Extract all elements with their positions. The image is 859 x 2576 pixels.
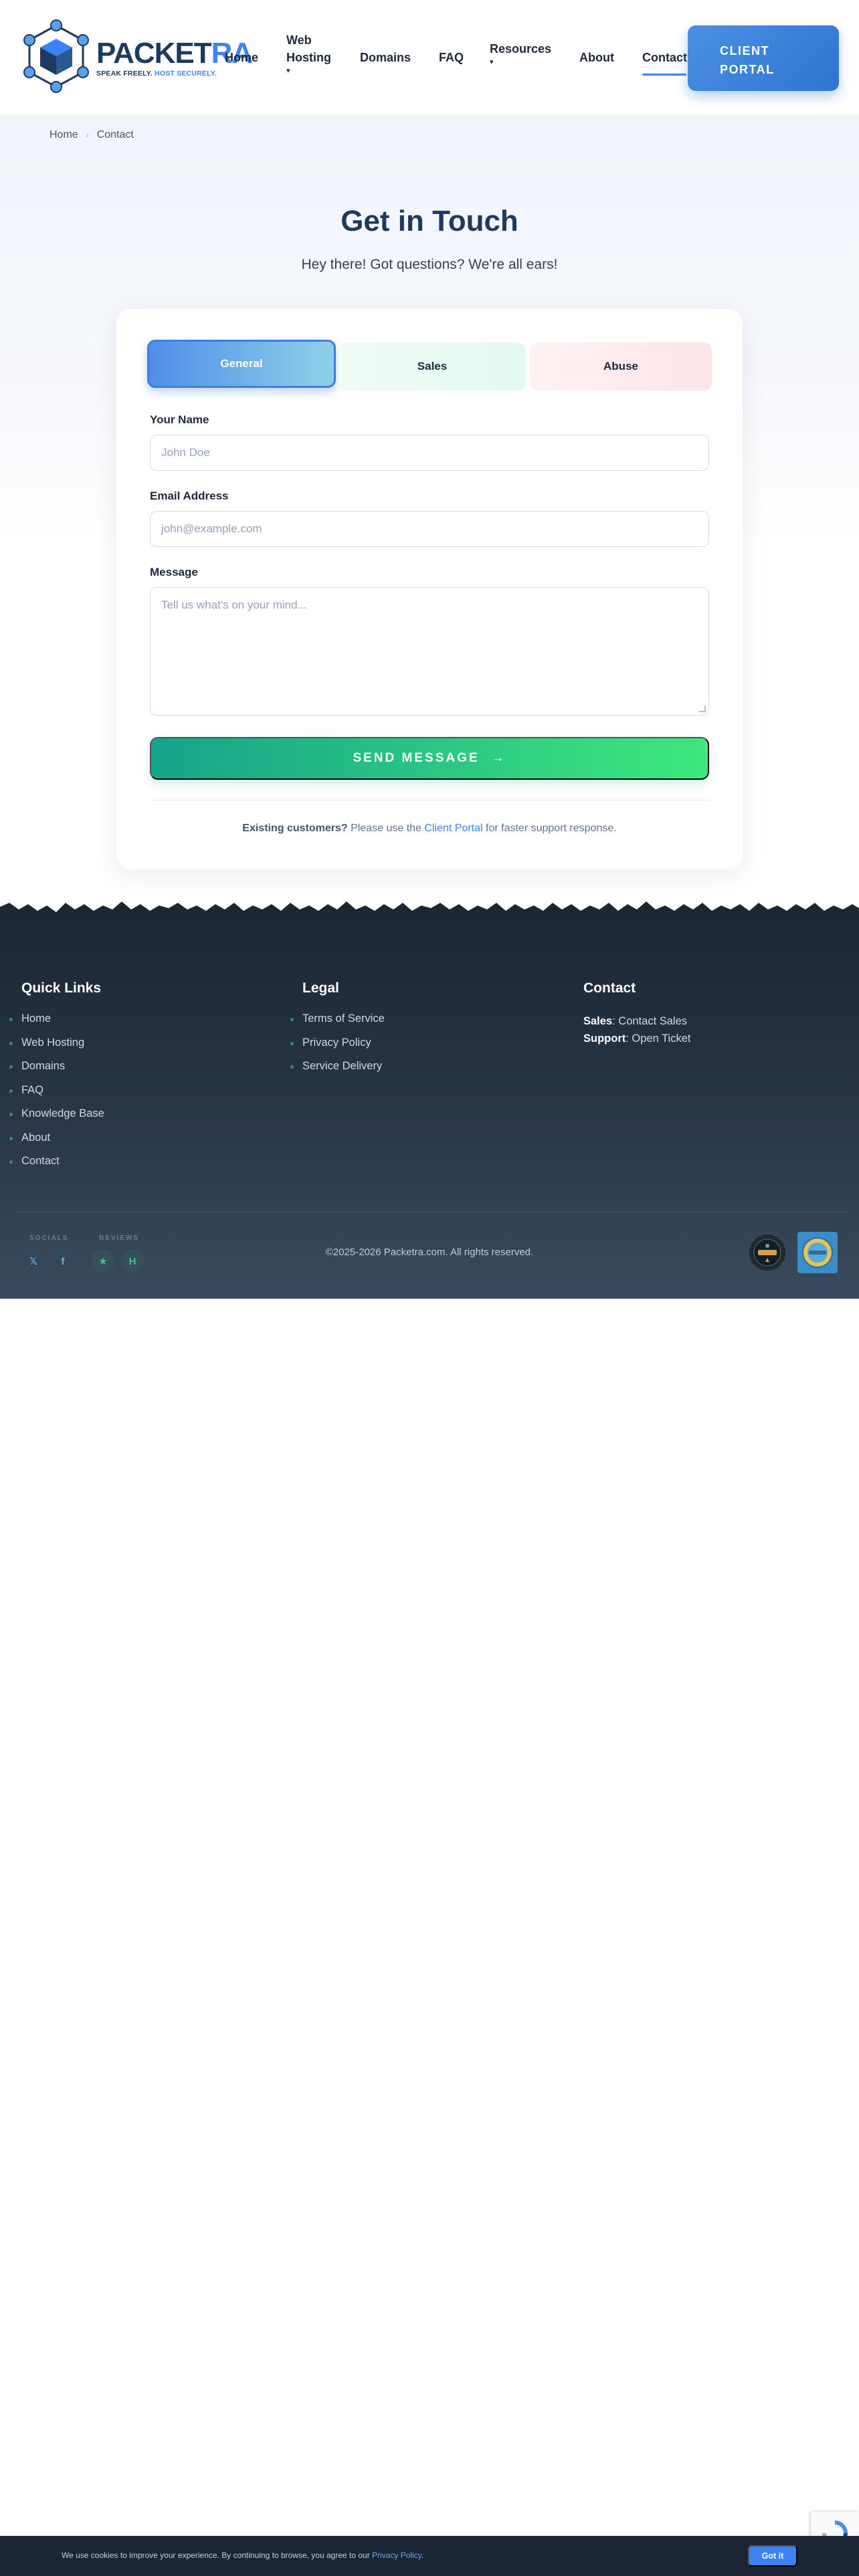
chevron-down-icon: ▾ <box>286 67 290 75</box>
footer-contact-info: Sales: Contact Sales Support: Open Ticke… <box>583 1012 690 1047</box>
breadcrumb-home[interactable]: Home <box>50 129 78 141</box>
reviews-label: REVIEWS <box>99 1235 140 1242</box>
client-portal-line2: PORTAL <box>720 63 775 76</box>
nav-web-hosting-line1: Web <box>286 33 312 47</box>
nav-resources[interactable]: Resources ▾ <box>490 40 551 67</box>
socials-label: SOCIALS <box>29 1235 69 1242</box>
badge-seal-icon <box>802 1237 833 1268</box>
brand-tagline: SPEAK FREELY. HOST SECURELY. <box>96 70 217 78</box>
cookie-banner: We use cookies to improve your experienc… <box>0 2536 859 2576</box>
footer-zigzag-edge <box>0 901 859 919</box>
cookie-privacy-link[interactable]: Privacy Policy <box>372 2551 421 2560</box>
message-label: Message <box>150 566 198 578</box>
footer-link-contact[interactable]: Contact <box>9 1155 104 1179</box>
footer-link-privacy[interactable]: Privacy Policy <box>290 1037 385 1061</box>
nav-faq[interactable]: FAQ <box>439 49 464 66</box>
tab-general[interactable]: General <box>147 340 336 388</box>
page-title: Get in Touch <box>341 205 518 237</box>
copyright-text: ©2025-2026 Packetra.com. All rights rese… <box>325 1247 534 1258</box>
nav-about[interactable]: About <box>579 49 614 66</box>
packetra-logo-icon <box>23 19 89 93</box>
trust-badge-blue-icon[interactable] <box>797 1232 838 1273</box>
email-placeholder: john@example.com <box>161 522 262 535</box>
cookie-text: We use cookies to improve your experienc… <box>62 2551 423 2560</box>
cookie-message-end: . <box>421 2551 424 2560</box>
name-label: Your Name <box>150 413 209 426</box>
contact-title: Contact <box>583 980 636 996</box>
nav-web-hosting-line2: Hosting <box>286 51 331 64</box>
footer-link-terms[interactable]: Terms of Service <box>290 1012 385 1037</box>
footer-link-faq[interactable]: FAQ <box>9 1084 104 1108</box>
nav-resources-label: Resources <box>490 42 552 56</box>
tab-sales[interactable]: Sales <box>339 342 526 391</box>
nav-web-hosting[interactable]: Web Hosting ▾ <box>286 31 331 76</box>
client-portal-button[interactable]: CLIENT PORTAL <box>688 25 839 91</box>
quick-links-title: Quick Links <box>21 980 102 996</box>
message-textarea[interactable]: Tell us what's on your mind... <box>150 587 709 716</box>
footer-support-row[interactable]: Support: Open Ticket <box>583 1030 690 1047</box>
legal-title: Legal <box>302 980 339 996</box>
footer-link-web-hosting[interactable]: Web Hosting <box>9 1037 104 1061</box>
footer-link-domains[interactable]: Domains <box>9 1060 104 1084</box>
chevron-down-icon: ▾ <box>490 58 494 66</box>
nav-active-indicator <box>642 74 686 76</box>
footer-link-service-delivery[interactable]: Service Delivery <box>290 1060 385 1084</box>
note-text: Please use the <box>347 823 425 834</box>
footer-sales-row[interactable]: Sales: Contact Sales <box>583 1012 690 1030</box>
tab-abuse[interactable]: Abuse <box>530 342 712 391</box>
nav-home[interactable]: Home <box>225 49 258 66</box>
contact-type-tabs: General Sales Abuse <box>147 340 712 391</box>
cookie-message: We use cookies to improve your experienc… <box>62 2551 373 2560</box>
breadcrumb-current: Contact <box>96 129 134 140</box>
trust-badge-dark-icon[interactable] <box>748 1233 787 1272</box>
resize-handle-icon[interactable] <box>699 706 706 712</box>
badge-emblem-icon <box>753 1239 781 1267</box>
sales-value: : Contact Sales <box>612 1015 688 1027</box>
nav-domains[interactable]: Domains <box>360 49 411 66</box>
cookie-accept-button[interactable]: Got it <box>748 2545 797 2567</box>
footer-link-home[interactable]: Home <box>9 1012 104 1037</box>
client-portal-line1: CLIENT <box>720 44 769 58</box>
sales-label: Sales <box>583 1015 613 1027</box>
nav-contact[interactable]: Contact <box>642 49 687 66</box>
client-portal-link[interactable]: Client Portal <box>424 823 482 834</box>
site-footer: Quick Links Home Web Hosting Domains FAQ… <box>0 918 859 1299</box>
footer-link-about[interactable]: About <box>9 1132 104 1156</box>
existing-customers-note: Existing customers? Please use the Clien… <box>116 823 743 835</box>
message-placeholder: Tell us what's on your mind... <box>161 599 307 611</box>
arrow-right-icon: → <box>491 751 506 765</box>
brand-logo[interactable]: PACKETRA SPEAK FREELY. HOST SECURELY. <box>19 19 253 94</box>
send-message-button[interactable]: SEND MESSAGE → <box>150 737 709 780</box>
breadcrumb: Home › Contact <box>50 129 134 141</box>
legal-links-list: Terms of Service Privacy Policy Service … <box>290 1012 385 1084</box>
email-label: Email Address <box>150 490 229 502</box>
breadcrumb-separator-icon: › <box>86 130 89 140</box>
name-input[interactable]: John Doe <box>150 435 709 471</box>
email-input[interactable]: john@example.com <box>150 511 709 547</box>
send-message-label: SEND MESSAGE <box>353 751 480 765</box>
footer-link-knowledge-base[interactable]: Knowledge Base <box>9 1107 104 1132</box>
note-bold: Existing customers? <box>242 823 348 834</box>
name-placeholder: John Doe <box>161 446 210 459</box>
support-label: Support <box>583 1033 626 1045</box>
contact-form-card: General Sales Abuse Your Name John Doe E… <box>116 309 743 869</box>
site-header: PACKETRA SPEAK FREELY. HOST SECURELY. Ho… <box>0 0 859 115</box>
note-text-end: for faster support response. <box>482 823 617 834</box>
page-subtitle: Hey there! Got questions? We're all ears… <box>301 257 558 272</box>
quick-links-list: Home Web Hosting Domains FAQ Knowledge B… <box>9 1012 104 1179</box>
support-value: : Open Ticket <box>626 1033 691 1045</box>
